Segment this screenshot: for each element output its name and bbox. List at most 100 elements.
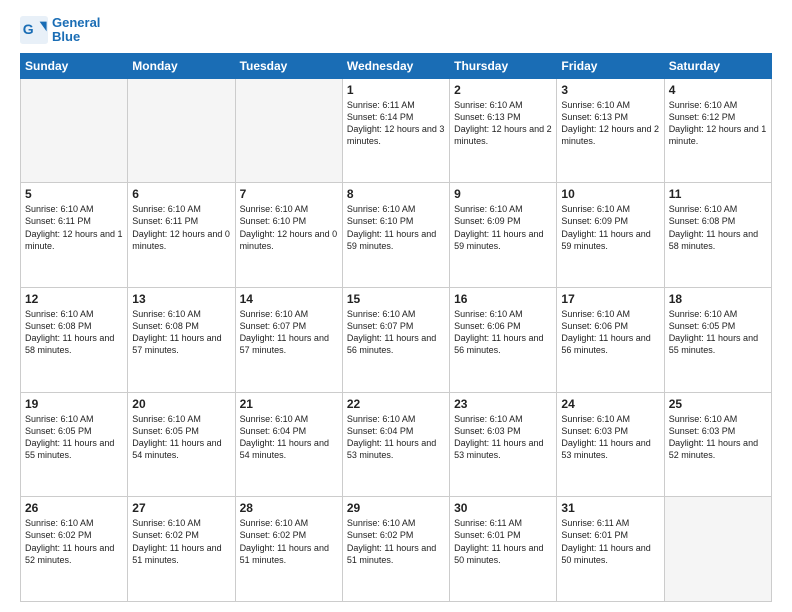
calendar-cell: 13Sunrise: 6:10 AM Sunset: 6:08 PM Dayli…	[128, 287, 235, 392]
day-info: Sunrise: 6:10 AM Sunset: 6:06 PM Dayligh…	[561, 308, 659, 357]
day-number: 21	[240, 397, 338, 411]
calendar-cell: 24 Sunrise: 6:10 AM Sunset: 6:03 PM Dayli…	[557, 392, 664, 497]
day-info: Sunrise: 6:10 AM Sunset: 6:02 PM Dayligh…	[132, 517, 230, 566]
calendar-cell: 19 Sunrise: 6:10 AM Sunset: 6:05 PM Dayli…	[21, 392, 128, 497]
calendar-cell: 18 Sunrise: 6:10 AM Sunset: 6:05 PM Dayli…	[664, 287, 771, 392]
day-number: 2	[454, 83, 552, 97]
day-number: 26	[25, 501, 123, 515]
calendar-cell	[664, 497, 771, 602]
svg-text:G: G	[23, 21, 34, 37]
day-number: 10	[561, 187, 659, 201]
weekday-thursday: Thursday	[450, 53, 557, 78]
day-info: Sunrise: 6:11 AM Sunset: 6:01 PM Dayligh…	[454, 517, 552, 566]
day-info: Sunrise: 6:10 AM Sunset: 6:10 PM Dayligh…	[347, 203, 445, 252]
day-number: 31	[561, 501, 659, 515]
day-number: 17	[561, 292, 659, 306]
calendar-cell: 28Sunrise: 6:10 AM Sunset: 6:02 PM Dayli…	[235, 497, 342, 602]
day-info: Sunrise: 6:10 AM Sunset: 6:12 PM Dayligh…	[669, 99, 767, 148]
weekday-friday: Friday	[557, 53, 664, 78]
day-number: 13	[132, 292, 230, 306]
calendar-cell: 30 Sunrise: 6:11 AM Sunset: 6:01 PM Dayli…	[450, 497, 557, 602]
calendar-cell: 7Sunrise: 6:10 AM Sunset: 6:10 PM Daylig…	[235, 183, 342, 288]
week-row-2: 12 Sunrise: 6:10 AM Sunset: 6:08 PM Dayli…	[21, 287, 772, 392]
logo: G General Blue	[20, 16, 100, 45]
calendar-cell: 23Sunrise: 6:10 AM Sunset: 6:03 PM Dayli…	[450, 392, 557, 497]
day-number: 25	[669, 397, 767, 411]
calendar-cell: 15Sunrise: 6:10 AM Sunset: 6:07 PM Dayli…	[342, 287, 449, 392]
day-number: 24	[561, 397, 659, 411]
week-row-3: 19 Sunrise: 6:10 AM Sunset: 6:05 PM Dayli…	[21, 392, 772, 497]
day-info: Sunrise: 6:10 AM Sunset: 6:03 PM Dayligh…	[454, 413, 552, 462]
weekday-saturday: Saturday	[664, 53, 771, 78]
calendar-body: 1 Sunrise: 6:11 AM Sunset: 6:14 PM Daylig…	[21, 78, 772, 601]
calendar-cell: 27 Sunrise: 6:10 AM Sunset: 6:02 PM Dayli…	[128, 497, 235, 602]
day-number: 1	[347, 83, 445, 97]
day-info: Sunrise: 6:10 AM Sunset: 6:05 PM Dayligh…	[25, 413, 123, 462]
calendar-cell: 16Sunrise: 6:10 AM Sunset: 6:06 PM Dayli…	[450, 287, 557, 392]
day-number: 4	[669, 83, 767, 97]
day-info: Sunrise: 6:10 AM Sunset: 6:13 PM Dayligh…	[454, 99, 552, 148]
day-number: 29	[347, 501, 445, 515]
day-number: 3	[561, 83, 659, 97]
weekday-sunday: Sunday	[21, 53, 128, 78]
calendar-cell: 14 Sunrise: 6:10 AM Sunset: 6:07 PM Dayli…	[235, 287, 342, 392]
day-info: Sunrise: 6:10 AM Sunset: 6:08 PM Dayligh…	[669, 203, 767, 252]
day-number: 20	[132, 397, 230, 411]
day-info: Sunrise: 6:10 AM Sunset: 6:08 PM Dayligh…	[25, 308, 123, 357]
weekday-tuesday: Tuesday	[235, 53, 342, 78]
calendar-cell: 2 Sunrise: 6:10 AM Sunset: 6:13 PM Daylig…	[450, 78, 557, 183]
calendar-cell: 25 Sunrise: 6:10 AM Sunset: 6:03 PM Dayli…	[664, 392, 771, 497]
day-number: 14	[240, 292, 338, 306]
day-info: Sunrise: 6:10 AM Sunset: 6:05 PM Dayligh…	[132, 413, 230, 462]
calendar-cell	[128, 78, 235, 183]
day-info: Sunrise: 6:10 AM Sunset: 6:07 PM Dayligh…	[240, 308, 338, 357]
calendar-cell: 5Sunrise: 6:10 AM Sunset: 6:11 PM Daylig…	[21, 183, 128, 288]
weekday-monday: Monday	[128, 53, 235, 78]
calendar-cell: 12 Sunrise: 6:10 AM Sunset: 6:08 PM Dayli…	[21, 287, 128, 392]
day-info: Sunrise: 6:10 AM Sunset: 6:11 PM Dayligh…	[25, 203, 123, 252]
calendar-cell: 10 Sunrise: 6:10 AM Sunset: 6:09 PM Dayli…	[557, 183, 664, 288]
calendar-cell: 17 Sunrise: 6:10 AM Sunset: 6:06 PM Dayli…	[557, 287, 664, 392]
day-number: 22	[347, 397, 445, 411]
calendar-cell: 9 Sunrise: 6:10 AM Sunset: 6:09 PM Daylig…	[450, 183, 557, 288]
day-info: Sunrise: 6:10 AM Sunset: 6:13 PM Dayligh…	[561, 99, 659, 148]
day-number: 19	[25, 397, 123, 411]
calendar-cell: 20 Sunrise: 6:10 AM Sunset: 6:05 PM Dayli…	[128, 392, 235, 497]
weekday-header-row: SundayMondayTuesdayWednesdayThursdayFrid…	[21, 53, 772, 78]
day-number: 30	[454, 501, 552, 515]
week-row-4: 26 Sunrise: 6:10 AM Sunset: 6:02 PM Dayli…	[21, 497, 772, 602]
day-info: Sunrise: 6:10 AM Sunset: 6:06 PM Dayligh…	[454, 308, 552, 357]
day-number: 27	[132, 501, 230, 515]
calendar-cell: 31 Sunrise: 6:11 AM Sunset: 6:01 PM Dayli…	[557, 497, 664, 602]
day-number: 9	[454, 187, 552, 201]
day-info: Sunrise: 6:10 AM Sunset: 6:03 PM Dayligh…	[561, 413, 659, 462]
day-info: Sunrise: 6:10 AM Sunset: 6:10 PM Dayligh…	[240, 203, 338, 252]
day-info: Sunrise: 6:11 AM Sunset: 6:01 PM Dayligh…	[561, 517, 659, 566]
calendar-cell: 21 Sunrise: 6:10 AM Sunset: 6:04 PM Dayli…	[235, 392, 342, 497]
calendar-cell: 11Sunrise: 6:10 AM Sunset: 6:08 PM Dayli…	[664, 183, 771, 288]
week-row-1: 5Sunrise: 6:10 AM Sunset: 6:11 PM Daylig…	[21, 183, 772, 288]
day-info: Sunrise: 6:10 AM Sunset: 6:03 PM Dayligh…	[669, 413, 767, 462]
day-info: Sunrise: 6:10 AM Sunset: 6:09 PM Dayligh…	[454, 203, 552, 252]
calendar-cell: 8Sunrise: 6:10 AM Sunset: 6:10 PM Daylig…	[342, 183, 449, 288]
weekday-wednesday: Wednesday	[342, 53, 449, 78]
week-row-0: 1 Sunrise: 6:11 AM Sunset: 6:14 PM Daylig…	[21, 78, 772, 183]
calendar-cell: 22 Sunrise: 6:10 AM Sunset: 6:04 PM Dayli…	[342, 392, 449, 497]
day-info: Sunrise: 6:10 AM Sunset: 6:02 PM Dayligh…	[347, 517, 445, 566]
day-number: 28	[240, 501, 338, 515]
day-info: Sunrise: 6:10 AM Sunset: 6:09 PM Dayligh…	[561, 203, 659, 252]
day-info: Sunrise: 6:10 AM Sunset: 6:11 PM Dayligh…	[132, 203, 230, 252]
day-number: 15	[347, 292, 445, 306]
day-number: 6	[132, 187, 230, 201]
logo-icon: G	[20, 16, 48, 44]
calendar-cell	[235, 78, 342, 183]
day-info: Sunrise: 6:10 AM Sunset: 6:05 PM Dayligh…	[669, 308, 767, 357]
calendar-cell: 1 Sunrise: 6:11 AM Sunset: 6:14 PM Daylig…	[342, 78, 449, 183]
day-number: 12	[25, 292, 123, 306]
calendar-cell: 29 Sunrise: 6:10 AM Sunset: 6:02 PM Dayli…	[342, 497, 449, 602]
logo-blue: Blue	[52, 30, 100, 44]
day-info: Sunrise: 6:11 AM Sunset: 6:14 PM Dayligh…	[347, 99, 445, 148]
day-info: Sunrise: 6:10 AM Sunset: 6:04 PM Dayligh…	[240, 413, 338, 462]
day-info: Sunrise: 6:10 AM Sunset: 6:04 PM Dayligh…	[347, 413, 445, 462]
day-number: 18	[669, 292, 767, 306]
